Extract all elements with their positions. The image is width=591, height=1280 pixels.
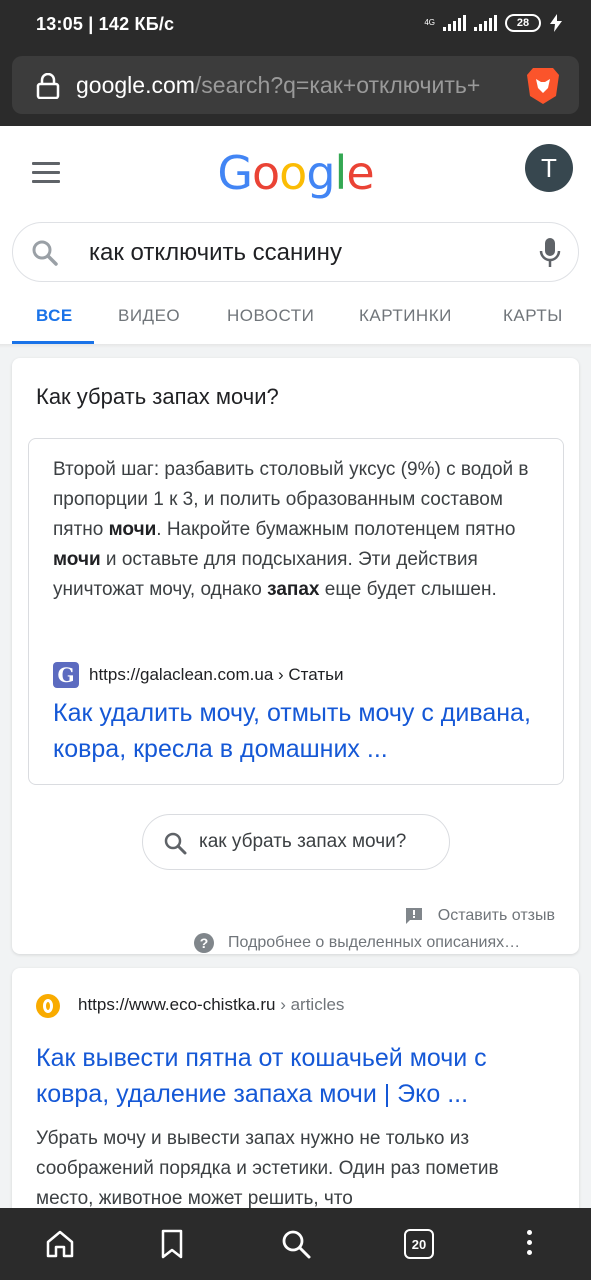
feedback-link[interactable]: Оставить отзыв: [404, 906, 555, 926]
help-icon: ?: [194, 933, 214, 953]
lock-icon: [36, 73, 60, 99]
result-link[interactable]: Как удалить мочу, отмыть мочу с дивана, …: [53, 695, 553, 767]
about-label: Подробнее о выделенных описаниях…: [228, 934, 521, 951]
search-query[interactable]: как отключить ссанину: [89, 239, 342, 267]
url-domain: google.com: [76, 72, 195, 98]
snippet-text: Второй шаг: разбавить столовый уксус (9%…: [53, 455, 543, 605]
network-type: 4G: [424, 18, 435, 27]
browser-toolbar: google.com/search?q=как+отключить+: [0, 50, 591, 126]
search-tabs: ВСЕ ВИДЕО НОВОСТИ КАРТИНКИ КАРТЫ: [0, 296, 591, 344]
featured-question: Как убрать запах мочи?: [36, 384, 279, 409]
status-bar: 13:05 | 142 КБ/с 4G 28: [0, 0, 591, 50]
more-menu-icon[interactable]: [527, 1230, 532, 1260]
status-time-speed: 13:05 | 142 КБ/с: [36, 14, 175, 34]
featured-snippet-card: Как убрать запах мочи? Второй шаг: разба…: [12, 358, 579, 954]
url-text[interactable]: google.com/search?q=как+отключить+: [76, 72, 521, 99]
source-url[interactable]: https://galaclean.com.ua › Статьи: [89, 665, 343, 685]
signal-icon-2: [474, 15, 497, 31]
search-icon: [164, 832, 187, 855]
microphone-icon[interactable]: [538, 237, 562, 269]
result-breadcrumb: › articles: [275, 995, 345, 1014]
home-icon[interactable]: [44, 1228, 76, 1260]
related-search-label: как убрать запах мочи?: [199, 831, 407, 852]
google-logo[interactable]: Google: [0, 146, 591, 200]
result-url[interactable]: https://www.eco-chistka.ru › articles: [78, 995, 344, 1015]
related-search-button[interactable]: как убрать запах мочи?: [142, 814, 450, 870]
tab-all[interactable]: ВСЕ: [36, 306, 73, 326]
snippet-bold: мочи: [108, 519, 157, 540]
battery-level: 28: [516, 17, 530, 29]
feedback-label: Оставить отзыв: [437, 907, 555, 924]
address-bar[interactable]: google.com/search?q=как+отключить+: [12, 56, 579, 114]
bookmark-icon[interactable]: [158, 1228, 186, 1260]
tab-maps[interactable]: КАРТЫ: [503, 306, 563, 326]
battery-icon: 28: [505, 14, 541, 32]
tab-video[interactable]: ВИДЕО: [118, 306, 180, 326]
tab-images[interactable]: КАРТИНКИ: [359, 306, 452, 326]
google-header: Google T как отключить ссанину ВСЕ ВИДЕО…: [0, 126, 591, 344]
charging-icon: [550, 14, 562, 32]
search-result-card: https://www.eco-chistka.ru › articles Ка…: [12, 968, 579, 1228]
tab-news[interactable]: НОВОСТИ: [227, 306, 314, 326]
signal-icon: [443, 15, 466, 31]
avatar[interactable]: T: [525, 144, 573, 192]
tabs-counter-button[interactable]: 20: [404, 1229, 434, 1259]
bottom-navigation: 20: [0, 1208, 591, 1280]
result-description: Убрать мочу и вывести запах нужно не тол…: [36, 1128, 499, 1209]
result-title-link[interactable]: Как вывести пятна от кошачьей мочи с ков…: [36, 1040, 556, 1112]
eco-chistka-favicon-icon: [36, 994, 60, 1018]
snippet-part: . Накройте бумажным полотенцем пятно: [156, 519, 516, 540]
galaclean-favicon-icon: G: [53, 662, 79, 688]
about-snippets-link[interactable]: ? Подробнее о выделенных описаниях…: [194, 933, 520, 953]
url-path: /search?q=как+отключить+: [194, 72, 481, 98]
search-icon[interactable]: [280, 1228, 312, 1260]
feedback-icon: [405, 908, 422, 924]
brave-shield-icon[interactable]: [525, 66, 561, 106]
search-icon[interactable]: [31, 239, 59, 267]
search-input[interactable]: как отключить ссанину: [12, 222, 579, 282]
divider: [0, 344, 591, 348]
status-icons: 4G 28: [424, 14, 563, 32]
snippet-part: еще будет слышен.: [319, 579, 497, 600]
result-domain: https://www.eco-chistka.ru: [78, 995, 276, 1014]
snippet-bold: запах: [267, 579, 320, 600]
snippet-bold: мочи: [53, 549, 101, 570]
snippet-box: Второй шаг: разбавить столовый уксус (9%…: [28, 438, 564, 785]
